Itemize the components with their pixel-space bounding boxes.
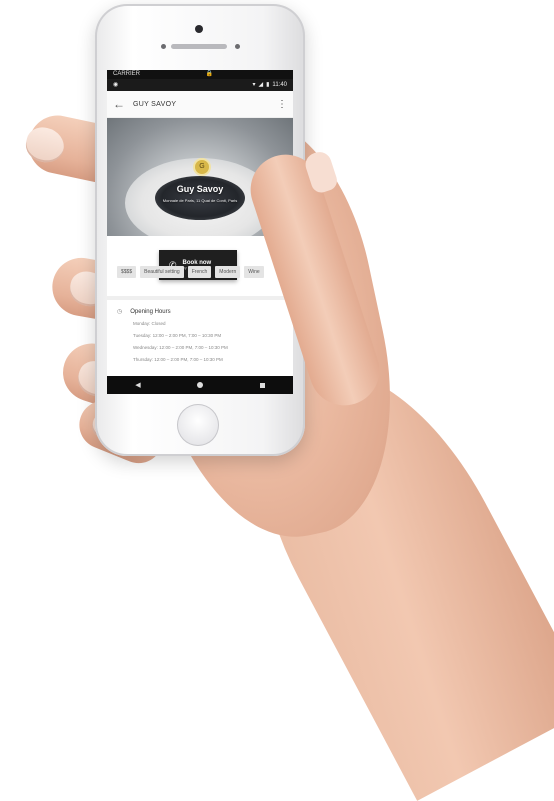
hours-line: Thursday: 12:00 – 2:00 PM, 7:00 – 10:30 …: [133, 357, 223, 362]
opening-hours-list: Monday: Closed Tuesday: 12:00 – 2:00 PM,…: [133, 321, 287, 362]
arrow-left-icon[interactable]: ←: [113, 97, 133, 111]
battery-icon: ▮: [266, 82, 270, 88]
tag-style[interactable]: Modern: [215, 266, 241, 278]
hours-line: Wednesday: 12:00 – 2:00 PM, 7:00 – 10:30…: [133, 345, 228, 350]
restaurant-logo-icon: G: [193, 158, 211, 176]
tag-setting[interactable]: Beautiful setting: [140, 266, 184, 278]
opening-hours-section: ◷ Opening Hours Monday: Closed Tuesday: …: [117, 308, 287, 369]
app-bar-title: GUY SAVOY: [133, 100, 177, 108]
nav-home-icon[interactable]: [197, 382, 204, 388]
tag-cuisine[interactable]: French: [187, 266, 212, 278]
home-button[interactable]: [177, 404, 219, 446]
nav-back-icon[interactable]: ◀: [135, 381, 140, 389]
front-camera: [195, 25, 203, 33]
sensor-dot-left: [161, 44, 166, 49]
notification-icon: ◉: [113, 82, 119, 88]
opening-hours-header[interactable]: ◷ Opening Hours: [117, 308, 287, 316]
signal-icon: ◢: [258, 82, 264, 88]
lock-icon: 🔒: [205, 71, 213, 77]
earpiece: [171, 44, 227, 49]
section-divider: [107, 296, 293, 300]
hours-line: Tuesday: 12:00 – 2:00 PM, 7:00 – 10:30 P…: [133, 333, 222, 338]
status-bar: ◉ ▾ ◢ ▮ 11:40: [107, 79, 293, 91]
app-bar: ← GUY SAVOY ⋮: [107, 91, 293, 118]
tag-wine[interactable]: Wine: [244, 266, 264, 278]
more-vertical-icon[interactable]: ⋮: [277, 99, 287, 110]
tag-price[interactable]: $$$$: [117, 266, 137, 278]
wifi-icon: ▾: [252, 82, 256, 88]
clock-icon: ◷: [117, 309, 123, 315]
opening-hours-title: Opening Hours: [130, 308, 171, 315]
nav-recent-icon[interactable]: [259, 382, 265, 388]
tag-list: $$$$ Beautiful setting French Modern Win…: [117, 266, 287, 278]
android-nav-bar: ◀: [107, 376, 293, 394]
status-time: 11:40: [272, 82, 287, 88]
carrier-bar: CARRIER 🔒: [107, 70, 293, 79]
hours-line: Monday: Closed: [133, 321, 166, 326]
carrier-label: CARRIER: [113, 71, 141, 77]
sensor-dot-right: [235, 44, 240, 49]
